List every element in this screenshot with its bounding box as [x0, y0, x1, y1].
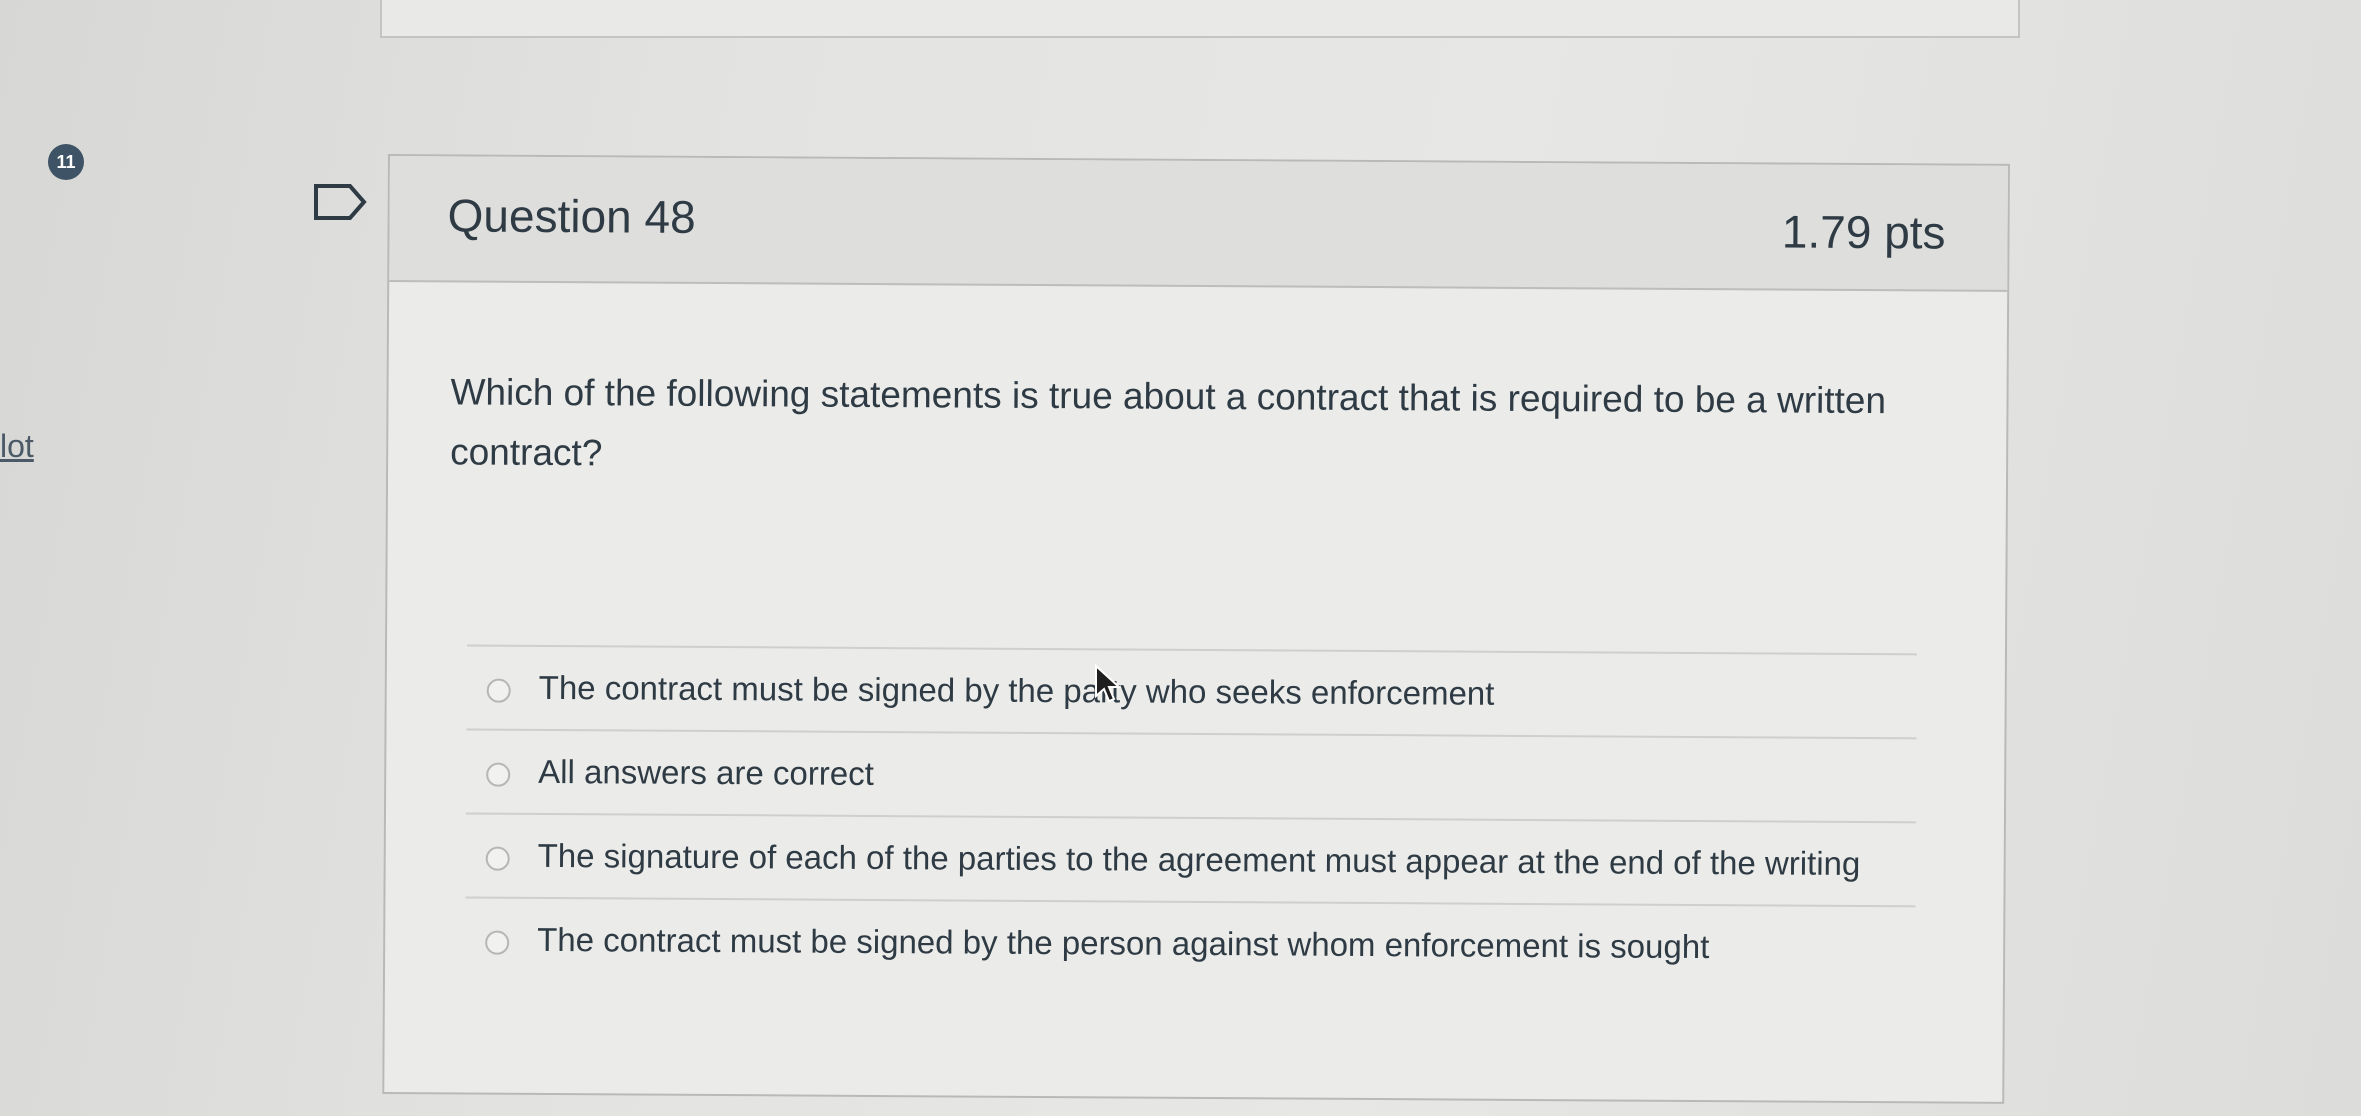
- answer-option[interactable]: All answers are correct: [465, 728, 1917, 822]
- answer-option[interactable]: The signature of each of the parties to …: [465, 812, 1916, 906]
- answer-option[interactable]: The contract must be signed by the party…: [466, 644, 1917, 738]
- radio-button[interactable]: [485, 930, 510, 955]
- notification-badge[interactable]: 11: [48, 144, 84, 180]
- radio-button[interactable]: [486, 762, 511, 787]
- side-link[interactable]: lot: [0, 428, 34, 465]
- bookmark-flag-icon[interactable]: [312, 180, 368, 224]
- question-header: Question 48 1.79 pts: [389, 156, 2008, 292]
- radio-button[interactable]: [485, 846, 510, 871]
- mouse-pointer-icon: [1095, 664, 1122, 703]
- answer-list: The contract must be signed by the party…: [464, 644, 1917, 990]
- previous-question-card: [380, 0, 2020, 38]
- answer-label: The contract must be signed by the perso…: [537, 920, 1710, 966]
- answer-label: All answers are correct: [538, 752, 874, 792]
- answer-label: The signature of each of the parties to …: [537, 836, 1861, 883]
- question-card: Question 48 1.79 pts Which of the follow…: [382, 154, 2010, 1104]
- question-points: 1.79 pts: [1781, 205, 1946, 259]
- answer-option[interactable]: The contract must be signed by the perso…: [464, 896, 1916, 990]
- question-text: Which of the following statements is tru…: [450, 371, 1887, 474]
- question-title: Question 48: [447, 189, 696, 243]
- answer-label: The contract must be signed by the party…: [538, 668, 1495, 712]
- radio-button[interactable]: [486, 678, 511, 703]
